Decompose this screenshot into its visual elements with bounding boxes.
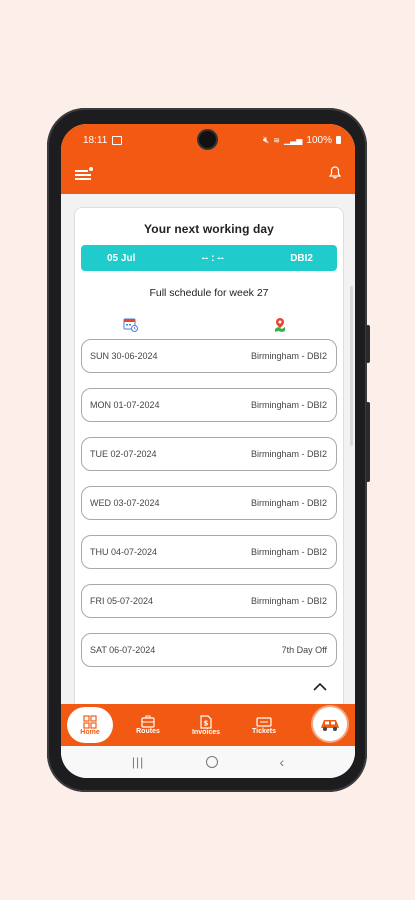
schedule-location: Birmingham - DBI2 xyxy=(250,498,327,508)
nav-home[interactable]: Home xyxy=(67,707,113,743)
schedule-row[interactable]: FRI 05-07-2024 Birmingham - DBI2 xyxy=(81,584,337,618)
back-icon[interactable]: ‹ xyxy=(280,754,285,770)
next-working-day-bar: 05 Jul -- : -- DBI2 xyxy=(81,245,337,271)
nav-tickets[interactable]: Tickets xyxy=(235,716,293,735)
schedule-location: Birmingham - DBI2 xyxy=(250,351,327,361)
main-content: Your next working day 05 Jul -- : -- DBI… xyxy=(61,194,355,729)
schedule-location: 7th Day Off xyxy=(281,645,327,655)
nav-invoices[interactable]: $ Invoices xyxy=(177,714,235,736)
schedule-row[interactable]: THU 04-07-2024 Birmingham - DBI2 xyxy=(81,535,337,569)
nav-tickets-label: Tickets xyxy=(252,727,276,735)
front-camera xyxy=(199,131,216,148)
hamburger-icon[interactable] xyxy=(75,167,93,181)
schedule-row[interactable]: SUN 30-06-2024 Birmingham - DBI2 xyxy=(81,339,337,373)
next-working-day-title: Your next working day xyxy=(144,222,274,236)
phone-volume-button xyxy=(366,325,370,363)
schedule-row[interactable]: TUE 02-07-2024 Birmingham - DBI2 xyxy=(81,437,337,471)
recent-apps-icon[interactable]: ||| xyxy=(132,755,144,769)
nav-routes-label: Routes xyxy=(136,728,160,735)
schedule-row[interactable]: MON 01-07-2024 Birmingham - DBI2 xyxy=(81,388,337,422)
chevron-up-icon[interactable] xyxy=(313,678,327,696)
briefcase-icon xyxy=(141,715,155,728)
schedule-location: Birmingham - DBI2 xyxy=(250,596,327,606)
invoice-icon: $ xyxy=(200,714,212,729)
signal-icon: ▁▃▅ xyxy=(283,135,303,145)
system-navigation-bar: ||| ‹ xyxy=(61,746,355,778)
ticket-icon xyxy=(256,716,272,727)
map-pin-icon xyxy=(273,317,287,333)
schedule-card: Your next working day 05 Jul -- : -- DBI… xyxy=(74,207,344,729)
message-icon xyxy=(112,135,123,145)
column-icons xyxy=(75,317,343,333)
nav-invoices-label: Invoices xyxy=(191,728,220,736)
next-date: 05 Jul xyxy=(107,252,136,264)
schedule-day: FRI 05-07-2024 xyxy=(90,596,154,606)
schedule-title: Full schedule for week 27 xyxy=(149,287,269,299)
schedule-day: MON 01-07-2024 xyxy=(90,400,160,410)
battery-level: 100% xyxy=(306,134,332,146)
scrollbar[interactable] xyxy=(350,286,353,446)
battery-icon xyxy=(336,136,341,144)
schedule-day: TUE 02-07-2024 xyxy=(90,449,157,459)
svg-text:$: $ xyxy=(204,719,209,727)
schedule-day: THU 04-07-2024 xyxy=(90,547,158,557)
nav-home-label: Home xyxy=(80,728,100,736)
schedule-row[interactable]: SAT 06-07-2024 7th Day Off xyxy=(81,633,337,667)
calendar-icon xyxy=(123,317,138,333)
status-time: 18:11 xyxy=(83,134,108,146)
schedule-list: SUN 30-06-2024 Birmingham - DBI2 MON 01-… xyxy=(75,339,343,667)
app-bar xyxy=(61,156,355,194)
nav-routes[interactable]: Routes xyxy=(119,715,177,735)
schedule-day: SAT 06-07-2024 xyxy=(90,645,156,655)
mute-icon: 🔇︎ xyxy=(262,134,270,146)
schedule-day: WED 03-07-2024 xyxy=(90,498,160,508)
bottom-navigation: Home Routes $ Invoices Tickets xyxy=(61,704,355,746)
bell-icon[interactable] xyxy=(328,166,342,184)
grid-icon xyxy=(83,714,97,729)
schedule-location: Birmingham - DBI2 xyxy=(250,547,327,557)
wifi-icon: ≋ xyxy=(273,135,280,145)
next-time: -- : -- xyxy=(201,252,224,264)
status-bar: 18:11 🔇︎ ≋ ▁▃▅ 100% xyxy=(61,124,355,156)
home-circle-icon[interactable] xyxy=(205,756,218,768)
car-icon xyxy=(321,720,339,731)
phone-screen: 18:11 🔇︎ ≋ ▁▃▅ 100% Your next working da… xyxy=(61,124,355,778)
schedule-location: Birmingham - DBI2 xyxy=(250,449,327,459)
car-fab-button[interactable] xyxy=(313,707,347,741)
schedule-location: Birmingham - DBI2 xyxy=(250,400,327,410)
schedule-row[interactable]: WED 03-07-2024 Birmingham - DBI2 xyxy=(81,486,337,520)
schedule-day: SUN 30-06-2024 xyxy=(90,351,158,361)
phone-side-button xyxy=(366,402,370,482)
next-station: DBI2 xyxy=(290,252,313,264)
